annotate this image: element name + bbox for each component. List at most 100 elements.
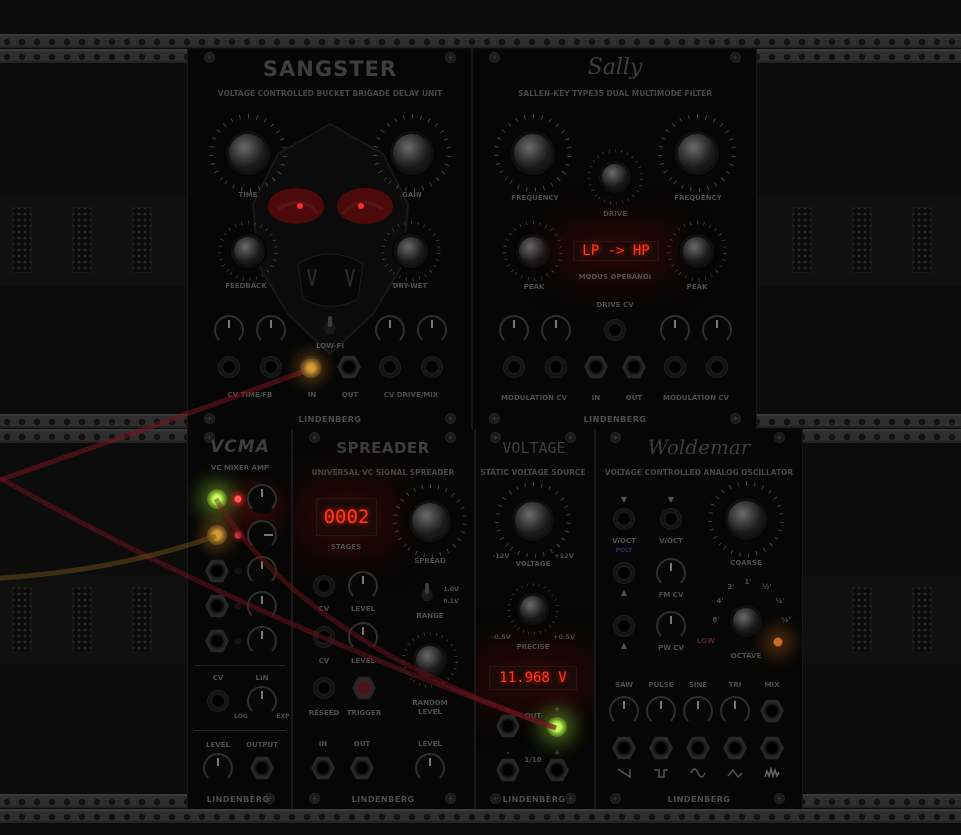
module-subtitle: SALLEN-KEY TYPE35 DUAL MULTIMODE FILTER <box>517 89 713 98</box>
channel-3-input-jack[interactable] <box>205 559 229 583</box>
master-level-knob[interactable] <box>203 753 233 783</box>
saw-level-knob[interactable] <box>609 696 639 726</box>
drive-cv-jack[interactable] <box>604 319 626 341</box>
response-curve-knob[interactable] <box>247 686 277 716</box>
patch-cable-orange[interactable] <box>0 533 217 581</box>
cv-jack[interactable] <box>207 690 229 712</box>
cv-time-jack[interactable] <box>218 356 240 378</box>
fm-jack[interactable] <box>613 562 635 584</box>
cable-plug-green[interactable] <box>207 489 227 509</box>
cv-label: CV <box>212 674 224 682</box>
mod-cv-right-2-knob[interactable] <box>702 315 732 345</box>
stages-display[interactable]: 0002 <box>316 498 377 536</box>
channel-4-input-jack[interactable] <box>205 594 229 618</box>
voltage-knob[interactable] <box>515 502 551 538</box>
cv-mix-jack[interactable] <box>421 356 443 378</box>
channel-5-input-jack[interactable] <box>205 629 229 653</box>
voct-jack[interactable] <box>660 508 682 530</box>
sine-out-jack[interactable] <box>686 736 710 760</box>
low-fi-toggle[interactable] <box>323 316 337 336</box>
tri-level-knob[interactable] <box>720 696 750 726</box>
mod-cv-left-2-jack[interactable] <box>545 356 567 378</box>
mod-cv-left-1-knob[interactable] <box>499 315 529 345</box>
peak-right-knob[interactable] <box>683 237 711 265</box>
channel-3-level-knob[interactable] <box>247 556 277 586</box>
mode-display[interactable]: LP -> HP <box>573 241 659 261</box>
frequency-left-knob[interactable] <box>514 134 552 172</box>
fm-cv-knob[interactable] <box>656 558 686 588</box>
channel-4-level-knob[interactable] <box>247 591 277 621</box>
cv-1-jack[interactable] <box>313 575 335 597</box>
out-label: OUT <box>625 394 643 402</box>
channel-2-led <box>234 531 242 539</box>
rack-slot <box>72 207 92 273</box>
reseed-jack[interactable] <box>313 677 335 699</box>
pulse-out-jack[interactable] <box>649 736 673 760</box>
range-toggle[interactable] <box>420 583 434 603</box>
random-level-knob[interactable] <box>416 646 444 674</box>
pulse-level-knob[interactable] <box>646 696 676 726</box>
cv-time-attenuator-knob[interactable] <box>214 315 244 345</box>
tenth-minus-jack[interactable] <box>496 758 520 782</box>
dry-wet-label: DRY-WET <box>392 282 428 290</box>
tri-out-jack[interactable] <box>723 736 747 760</box>
channel-5-level-knob[interactable] <box>247 626 277 656</box>
peak-left-knob[interactable] <box>519 237 547 265</box>
tenth-label: 1/10 <box>524 756 542 764</box>
pw-jack[interactable] <box>613 615 635 637</box>
cv-mix-attenuator-knob[interactable] <box>417 315 447 345</box>
spread-knob[interactable] <box>412 503 448 539</box>
cv-feedback-attenuator-knob[interactable] <box>256 315 286 345</box>
octave-selector-knob[interactable] <box>733 608 759 634</box>
cable-plug-green[interactable] <box>547 717 567 737</box>
feedback-label: FEEDBACK <box>225 282 267 290</box>
precise-knob[interactable] <box>520 596 546 622</box>
drive-label: DRIVE <box>602 210 628 218</box>
frequency-right-knob[interactable] <box>678 134 716 172</box>
sine-level-knob[interactable] <box>683 696 713 726</box>
in-jack[interactable] <box>584 355 608 379</box>
in-label: IN <box>318 740 328 748</box>
cable-plug-orange[interactable] <box>301 358 321 378</box>
dry-wet-knob[interactable] <box>397 237 425 265</box>
saw-out-jack[interactable] <box>612 736 636 760</box>
channel-2-level-knob[interactable] <box>247 520 277 550</box>
gain-knob[interactable] <box>393 134 431 172</box>
mod-cv-right-1-knob[interactable] <box>660 315 690 345</box>
cable-plug-orange[interactable] <box>207 525 227 545</box>
channel-1-level-knob[interactable] <box>247 484 277 514</box>
out-jack[interactable] <box>350 756 374 780</box>
coarse-knob[interactable] <box>728 501 764 537</box>
mix-out-2-jack[interactable] <box>760 736 784 760</box>
mix-out-jack[interactable] <box>760 699 784 723</box>
screw-icon <box>490 793 501 804</box>
mod-cv-right-2-jack[interactable] <box>706 356 728 378</box>
in-jack[interactable] <box>311 756 335 780</box>
mod-cv-right-1-jack[interactable] <box>664 356 686 378</box>
in-label: IN <box>307 391 317 399</box>
cv-2-jack[interactable] <box>313 626 335 648</box>
random-level-label: RANDOM LEVEL <box>412 699 448 716</box>
drive-knob[interactable] <box>602 164 628 190</box>
out-jack[interactable] <box>622 355 646 379</box>
pw-cv-knob[interactable] <box>656 611 686 641</box>
cv-drive-jack[interactable] <box>379 356 401 378</box>
level-1-knob[interactable] <box>348 571 378 601</box>
cv-feedback-jack[interactable] <box>260 356 282 378</box>
level-2-label: LEVEL <box>351 657 375 665</box>
time-knob[interactable] <box>229 134 267 172</box>
output-jack[interactable] <box>250 756 274 780</box>
voct-poly-jack[interactable] <box>613 508 635 530</box>
tenth-plus-jack[interactable] <box>545 758 569 782</box>
trigger-button[interactable] <box>352 676 376 700</box>
spreader-module: SPREADER UNIVERSAL VC SIGNAL SPREADER 00… <box>292 429 475 809</box>
tri-label: TRI <box>728 681 742 689</box>
brand-label: LINDENBERG <box>667 795 731 804</box>
output-level-knob[interactable] <box>415 753 445 783</box>
mod-cv-left-2-knob[interactable] <box>541 315 571 345</box>
cv-drive-attenuator-knob[interactable] <box>375 315 405 345</box>
mod-cv-left-1-jack[interactable] <box>503 356 525 378</box>
feedback-knob[interactable] <box>234 237 262 265</box>
out-minus-jack[interactable] <box>496 714 520 738</box>
level-2-knob[interactable] <box>348 622 378 652</box>
